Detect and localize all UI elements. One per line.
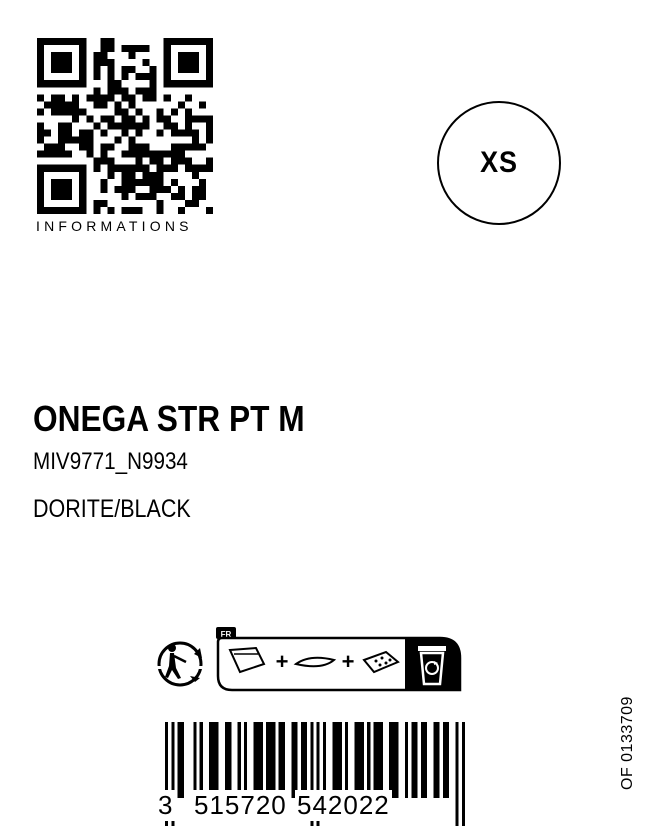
- qr-code: [37, 38, 213, 214]
- side-code: OF 0133709: [619, 696, 636, 790]
- product-color: DORITE/BLACK: [33, 495, 191, 523]
- size-badge: XS: [437, 101, 561, 225]
- recycling-info: FR + +: [156, 627, 462, 692]
- barcode-left-digits: 515720: [192, 790, 289, 821]
- qr-caption: INFORMATIONS: [36, 218, 193, 234]
- plus-sign: +: [342, 649, 355, 674]
- plus-sign: +: [276, 649, 289, 674]
- barcode-first-digit: 3: [158, 790, 176, 821]
- product-name: ONEGA STR PT M: [33, 398, 305, 439]
- triman-icon: [156, 641, 204, 687]
- barcode-right-digits: 542022: [295, 790, 392, 821]
- size-label: XS: [480, 146, 518, 179]
- product-reference: MIV9771_N9934: [33, 448, 188, 475]
